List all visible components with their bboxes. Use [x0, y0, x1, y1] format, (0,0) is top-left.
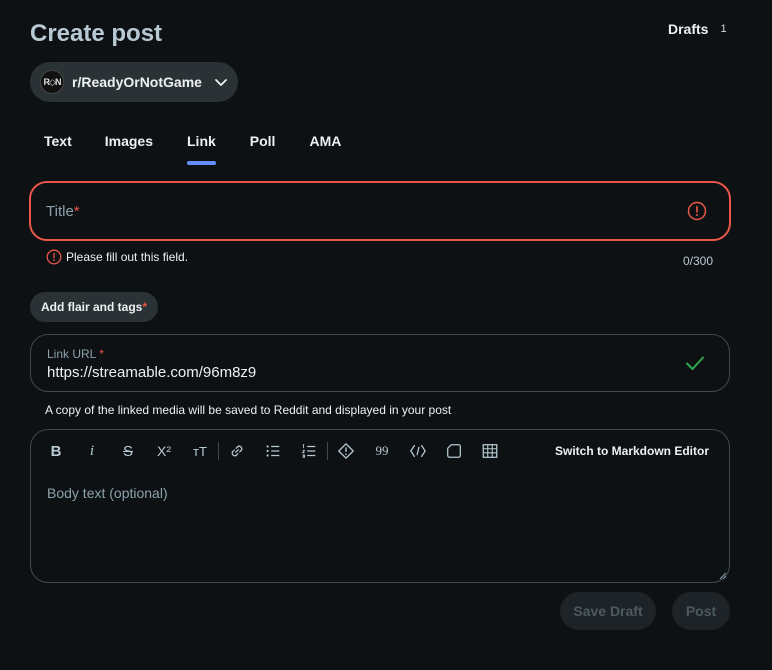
- title-placeholder: Title*: [46, 202, 80, 220]
- resize-handle-icon[interactable]: [719, 572, 727, 580]
- bullet-list-icon[interactable]: [262, 440, 284, 462]
- toolbar-divider: [327, 442, 328, 460]
- drafts-button[interactable]: Drafts 1: [668, 21, 727, 37]
- chevron-down-icon: [215, 79, 227, 86]
- spoiler-glyph: [338, 443, 354, 459]
- table-icon[interactable]: [479, 440, 501, 462]
- tab-ama[interactable]: AMA: [309, 133, 341, 165]
- error-icon: [46, 249, 62, 265]
- flair-label: Add flair and tags: [40, 300, 143, 314]
- add-flair-button[interactable]: Add flair and tags *: [30, 292, 158, 322]
- tab-images[interactable]: Images: [105, 133, 153, 165]
- code-glyph: [410, 444, 426, 458]
- community-avatar: R◇N: [40, 70, 64, 94]
- post-button[interactable]: Post: [672, 592, 730, 630]
- code-block-icon[interactable]: [443, 440, 465, 462]
- check-icon: [686, 356, 704, 370]
- code-icon[interactable]: [407, 440, 429, 462]
- bold-icon[interactable]: B: [45, 440, 67, 462]
- title-input[interactable]: Title*: [29, 181, 731, 241]
- table-glyph: [482, 444, 498, 458]
- bullet-list-glyph: [266, 445, 280, 457]
- body-text-input[interactable]: Body text (optional): [47, 485, 168, 501]
- toolbar-divider: [218, 442, 219, 460]
- spoiler-icon[interactable]: [335, 440, 357, 462]
- link-url-label: Link URL *: [47, 347, 104, 361]
- title-char-count: 0/300: [683, 254, 714, 268]
- tab-poll[interactable]: Poll: [250, 133, 276, 165]
- tab-text[interactable]: Text: [44, 133, 72, 165]
- post-type-tabs: Text Images Link Poll AMA: [44, 133, 341, 165]
- page-title: Create post: [30, 20, 163, 47]
- link-media-note: A copy of the linked media will be saved…: [45, 403, 452, 417]
- save-draft-button[interactable]: Save Draft: [560, 592, 656, 630]
- editor-toolbar: B i S X² ᴛT 99: [45, 440, 501, 462]
- link-glyph: [231, 445, 243, 457]
- flair-required-mark: *: [142, 300, 147, 314]
- title-error-message: Please fill out this field.: [46, 249, 188, 265]
- error-icon: [687, 201, 707, 221]
- italic-icon[interactable]: i: [81, 440, 103, 462]
- numbered-list-icon[interactable]: [298, 440, 320, 462]
- drafts-count: 1: [720, 23, 727, 35]
- heading-icon[interactable]: ᴛT: [189, 440, 211, 462]
- switch-to-markdown-button[interactable]: Switch to Markdown Editor: [555, 444, 709, 458]
- community-picker[interactable]: R◇N r/ReadyOrNotGame: [30, 62, 238, 102]
- numbered-list-glyph: [301, 443, 316, 458]
- tab-link[interactable]: Link: [187, 133, 216, 165]
- error-text: Please fill out this field.: [66, 250, 189, 264]
- code-block-glyph: [447, 444, 461, 458]
- drafts-label: Drafts: [668, 21, 709, 37]
- superscript-icon[interactable]: X²: [153, 440, 175, 462]
- link-url-field[interactable]: Link URL * https://streamable.com/96m8z9: [30, 334, 730, 392]
- strikethrough-icon[interactable]: S: [117, 440, 139, 462]
- quote-icon[interactable]: 99: [371, 440, 393, 462]
- community-name: r/ReadyOrNotGame: [72, 74, 202, 90]
- link-icon[interactable]: [226, 440, 248, 462]
- body-editor[interactable]: B i S X² ᴛT 99 Switch to Markdown Editor…: [30, 429, 730, 583]
- link-url-value[interactable]: https://streamable.com/96m8z9: [47, 364, 713, 381]
